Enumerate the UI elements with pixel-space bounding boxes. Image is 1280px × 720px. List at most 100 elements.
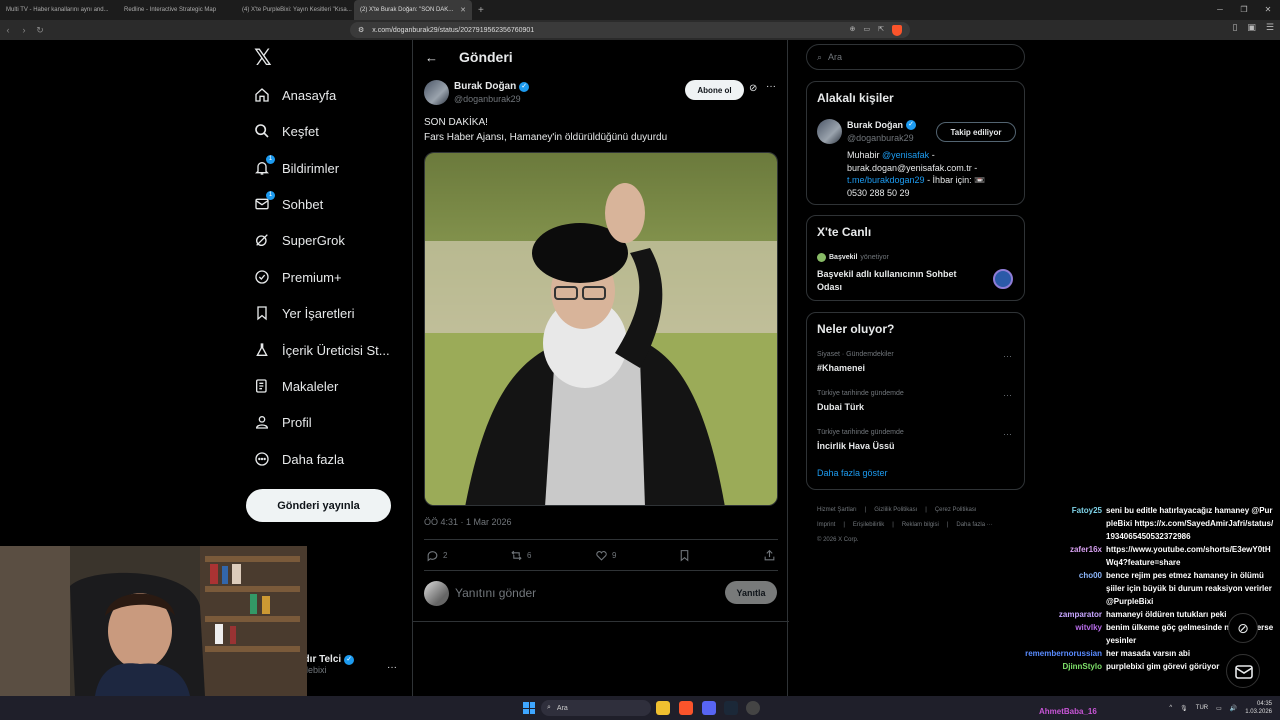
bio-mention-link[interactable]: @yenisafak xyxy=(882,150,929,160)
minimize-icon[interactable]: ─ xyxy=(1208,0,1232,20)
nav-item-explore[interactable]: Keşfet xyxy=(254,119,319,143)
main-column: ← Gönderi Burak Doğan ✓ @doganburak29 Ab… xyxy=(412,40,789,696)
nav-item-supergrok[interactable]: SuperGrok xyxy=(254,228,345,252)
author-name-row[interactable]: Burak Doğan ✓ xyxy=(454,81,530,92)
share-icon[interactable]: ⇱ xyxy=(878,25,884,36)
file-explorer-icon[interactable] xyxy=(656,701,670,715)
host-suffix: yönetiyor xyxy=(860,254,889,261)
messages-float-button[interactable] xyxy=(1226,654,1260,688)
search-input[interactable]: ⌕ Ara xyxy=(806,44,1025,70)
brave-shield-icon[interactable] xyxy=(892,24,902,36)
zoom-icon[interactable]: ⊕ xyxy=(850,25,856,36)
reply-icon xyxy=(427,550,438,561)
grok-explain-icon[interactable]: ⊘ xyxy=(749,83,757,94)
footer-link[interactable]: Hizmet Şartları xyxy=(817,507,857,513)
account-more-icon[interactable]: ··· xyxy=(387,662,397,673)
volume-icon[interactable]: 🔊 xyxy=(1230,705,1237,712)
footer-link[interactable]: Imprint xyxy=(817,522,835,528)
language-indicator[interactable]: TUR xyxy=(1196,705,1208,711)
trend-name[interactable]: Dubai Türk xyxy=(817,402,864,412)
footer-link[interactable]: Gizlilik Politikası xyxy=(874,507,917,513)
new-tab-button[interactable]: + xyxy=(472,5,490,16)
bio-telegram-link[interactable]: t.me/burakdogan29 xyxy=(847,175,925,185)
show-more-link[interactable]: Daha fazla göster xyxy=(817,468,888,478)
x-logo-icon[interactable]: 𝕏 xyxy=(254,47,274,69)
menu-icon[interactable]: ☰ xyxy=(1266,22,1274,33)
browser-tab[interactable]: Multi TV - Haber kanallarını aynı and... xyxy=(0,0,118,20)
following-button[interactable]: Takip ediliyor xyxy=(936,122,1016,142)
close-tab-icon[interactable]: ✕ xyxy=(460,6,466,14)
reply-action[interactable]: 2 xyxy=(426,549,447,562)
nav-item-notifications[interactable]: 1 Bildirimler xyxy=(254,155,339,180)
nav-item-articles[interactable]: Makaleler xyxy=(254,374,338,398)
footer-link[interactable]: Erişilebilirlik xyxy=(853,522,884,528)
chevron-up-icon[interactable]: ^ xyxy=(1169,705,1172,711)
footer-link[interactable]: Çerez Politikası xyxy=(935,507,977,513)
footer-link[interactable]: Daha fazla ··· xyxy=(956,522,992,528)
nav-label: Keşfet xyxy=(282,123,319,139)
maximize-icon[interactable]: ❐ xyxy=(1232,0,1256,20)
obs-icon[interactable] xyxy=(746,701,760,715)
address-bar[interactable]: ⚙ x.com/doganburak29/status/202791956235… xyxy=(350,22,910,38)
nav-item-profile[interactable]: Profil xyxy=(254,410,312,434)
trend-more-icon[interactable]: ··· xyxy=(1003,429,1012,439)
network-icon[interactable]: ▭ xyxy=(1216,705,1222,712)
tweet-line: Fars Haber Ajansı, Hamaney'in öldürüldüğ… xyxy=(424,132,668,143)
related-handle[interactable]: @doganburak29 xyxy=(847,133,914,143)
share-action[interactable] xyxy=(763,549,776,562)
post-button[interactable]: Gönderi yayınla xyxy=(246,489,391,522)
author-handle[interactable]: @doganburak29 xyxy=(454,94,521,104)
forward-nav-icon[interactable]: › xyxy=(16,25,32,35)
subscribe-button[interactable]: Abone ol xyxy=(685,80,744,100)
back-nav-icon[interactable]: ‹ xyxy=(0,25,16,35)
browser-tab[interactable]: Redline - Interactive Strategic Map xyxy=(118,0,236,20)
sidebar-icon[interactable]: ▯ xyxy=(1232,22,1237,33)
brave-browser-icon[interactable] xyxy=(679,701,693,715)
trend-name[interactable]: #Khamenei xyxy=(817,363,865,373)
wallet-icon[interactable]: ▣ xyxy=(1247,22,1256,33)
tweet-timestamp[interactable]: ÖÖ 4:31 · 1 Mar 2026 xyxy=(424,517,512,527)
site-settings-icon[interactable]: ⚙ xyxy=(358,26,364,34)
browser-tab-active[interactable]: (2) X'te Burak Doğan: "SON DAK... ✕ xyxy=(354,0,472,20)
steam-icon[interactable] xyxy=(724,701,738,715)
chat-username: zafer16x xyxy=(1069,545,1102,554)
related-avatar[interactable] xyxy=(817,119,842,144)
taskbar-search[interactable]: ⌕ Ara xyxy=(541,700,651,716)
nav-item-bookmarks[interactable]: Yer İşaretleri xyxy=(254,301,355,325)
related-bio: Muhabir @yenisafak - burak.dogan@yenisaf… xyxy=(847,149,1017,199)
copyright: © 2026 X Corp. xyxy=(817,537,859,543)
arrow-left-icon[interactable]: ← xyxy=(425,50,438,65)
nav-item-creator-studio[interactable]: İçerik Üreticisi St... xyxy=(254,338,390,362)
nav-item-home[interactable]: Anasayfa xyxy=(254,83,336,107)
reply-button[interactable]: Yanıtla xyxy=(725,581,777,604)
microphone-icon[interactable]: 🎙 xyxy=(1180,705,1188,712)
discord-icon[interactable] xyxy=(702,701,716,715)
clock[interactable]: 04:35 1.03.2026 xyxy=(1245,700,1272,716)
close-window-icon[interactable]: ✕ xyxy=(1256,0,1280,20)
related-name-row[interactable]: Burak Doğan ✓ xyxy=(847,120,917,130)
live-room-avatar[interactable] xyxy=(993,269,1013,289)
nav-item-chat[interactable]: 1 Sohbet xyxy=(254,191,323,216)
trend-more-icon[interactable]: ··· xyxy=(1003,351,1012,361)
repost-action[interactable]: 6 xyxy=(510,549,531,562)
more-options-icon[interactable]: ··· xyxy=(766,81,776,92)
like-action[interactable]: 9 xyxy=(595,549,616,562)
trend-name[interactable]: İncirlik Hava Üssü xyxy=(817,441,895,451)
nav-item-more[interactable]: Daha fazla xyxy=(254,447,344,471)
bookmark-action[interactable] xyxy=(678,549,691,562)
nav-item-premium[interactable]: Premium+ xyxy=(254,265,342,289)
reply-input[interactable]: Yanıtını gönder xyxy=(455,586,536,600)
trend-more-icon[interactable]: ··· xyxy=(1003,390,1012,400)
footer-link[interactable]: Reklam bilgisi xyxy=(902,522,939,528)
windows-start-icon[interactable] xyxy=(523,702,535,714)
cast-icon[interactable]: ▭ xyxy=(864,25,871,36)
main-header: ← Gönderi xyxy=(413,40,789,74)
tweet-image[interactable] xyxy=(424,152,778,506)
browser-toolbar: ‹ › ↻ ⚙ x.com/doganburak29/status/202791… xyxy=(0,20,1280,40)
author-avatar[interactable] xyxy=(424,80,449,105)
browser-tab[interactable]: (4) X'te PurpleBixi: Yayın Kesitleri "Kı… xyxy=(236,0,354,20)
reload-icon[interactable]: ↻ xyxy=(32,25,48,36)
verified-badge-icon: ✓ xyxy=(344,654,355,665)
live-room-title[interactable]: Başvekil adlı kullanıcının Sohbet Odası xyxy=(817,268,977,294)
grok-float-icon[interactable]: ⊘ xyxy=(1228,613,1258,643)
